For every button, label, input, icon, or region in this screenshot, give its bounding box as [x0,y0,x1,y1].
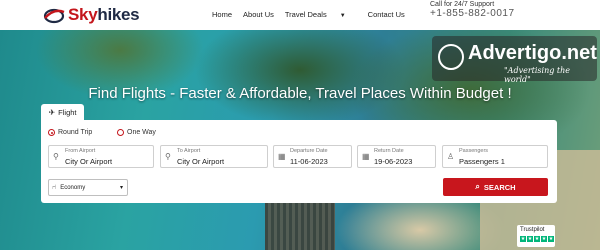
chevron-down-icon: ▾ [119,185,123,191]
return-date-label: Return Date [374,148,404,154]
location-pin-icon: ⚲ [53,152,59,161]
from-airport-label: From Airport [65,148,96,154]
watermark-tagline: "Advertising the world" [504,66,571,84]
star-icon: ★ [548,236,554,242]
from-airport-value: City Or Airport [65,157,113,166]
to-airport-label: To Airport [177,148,201,154]
tab-flight[interactable]: ✈ Flight [41,104,84,120]
to-airport-field[interactable]: ⚲ To Airport City Or Airport [160,145,268,168]
nav-about-us[interactable]: About Us [243,10,274,19]
person-icon: ♙ [447,152,455,161]
return-date-field[interactable]: ▦ Return Date 19-06-2023 [357,145,436,168]
search-icon: ⌕ [475,182,480,191]
chevron-down-icon: ▼ [339,13,346,19]
search-button-label: SEARCH [483,182,516,192]
search-button[interactable]: ⌕ SEARCH [443,178,548,196]
star-icon: ★ [541,236,547,242]
watermark-text: Advertigo.net [468,42,597,64]
support-info: Call for 24/7 Support +1-855-882-0017 [430,0,515,19]
departure-date-label: Departure Date [290,148,328,154]
seat-icon: ⑁ [52,184,57,191]
nav-travel-deals[interactable]: Travel Deals ▼ [285,10,357,19]
nav-home[interactable]: Home [212,10,232,19]
passengers-value: Passengers 1 [459,157,505,166]
radio-selected-icon [48,129,55,136]
to-airport-value: City Or Airport [177,157,225,166]
one-way-radio[interactable]: One Way [117,129,156,136]
cabin-class-value: Economy [60,184,86,191]
watermark-globe-icon [438,44,464,70]
one-way-label: One Way [127,129,156,136]
star-icon: ★ [520,236,526,242]
advertigo-watermark: Advertigo.net "Advertising the world" [432,36,597,84]
passengers-field[interactable]: ♙ Passengers Passengers 1 [442,145,548,168]
logo-text: Skyhikes [68,5,140,24]
star-icon: ★ [527,236,533,242]
round-trip-label: Round Trip [58,129,93,136]
skyhikes-logo[interactable]: Skyhikes [42,4,140,26]
return-date-value: 19-06-2023 [374,157,413,166]
logo-swoosh-icon [43,8,65,24]
location-pin-icon: ⚲ [165,152,171,161]
airplane-icon: ✈ [48,107,56,117]
main-nav: Home About Us Travel Deals ▼ Contact Us [212,10,416,19]
trustpilot-badge[interactable]: Trustpilot ★ ★ ★ ★ ★ [517,225,555,247]
support-phone[interactable]: +1-855-882-0017 [430,9,515,19]
cabin-class-select[interactable]: ⑁ Economy ▾ [48,179,128,196]
trustpilot-stars: ★ ★ ★ ★ ★ [520,236,555,242]
nav-contact-us[interactable]: Contact Us [368,10,405,19]
hero-title: Find Flights - Faster & Affordable, Trav… [88,85,512,102]
flight-search-form: Round Trip One Way ⚲ From Airport City O… [41,120,557,203]
calendar-icon: ▦ [278,152,286,161]
departure-date-value: 11-06-2023 [290,157,328,166]
departure-date-field[interactable]: ▦ Departure Date 11-06-2023 [273,145,352,168]
round-trip-radio[interactable]: Round Trip [48,129,92,136]
from-airport-field[interactable]: ⚲ From Airport City Or Airport [48,145,154,168]
site-header: Skyhikes Home About Us Travel Deals ▼ Con… [0,0,600,30]
star-icon: ★ [534,236,540,242]
trustpilot-logo: Trustpilot [520,227,545,233]
passengers-label: Passengers [459,148,489,154]
calendar-icon: ▦ [362,152,370,161]
radio-unselected-icon [117,129,124,136]
tab-flight-label: Flight [58,107,77,117]
